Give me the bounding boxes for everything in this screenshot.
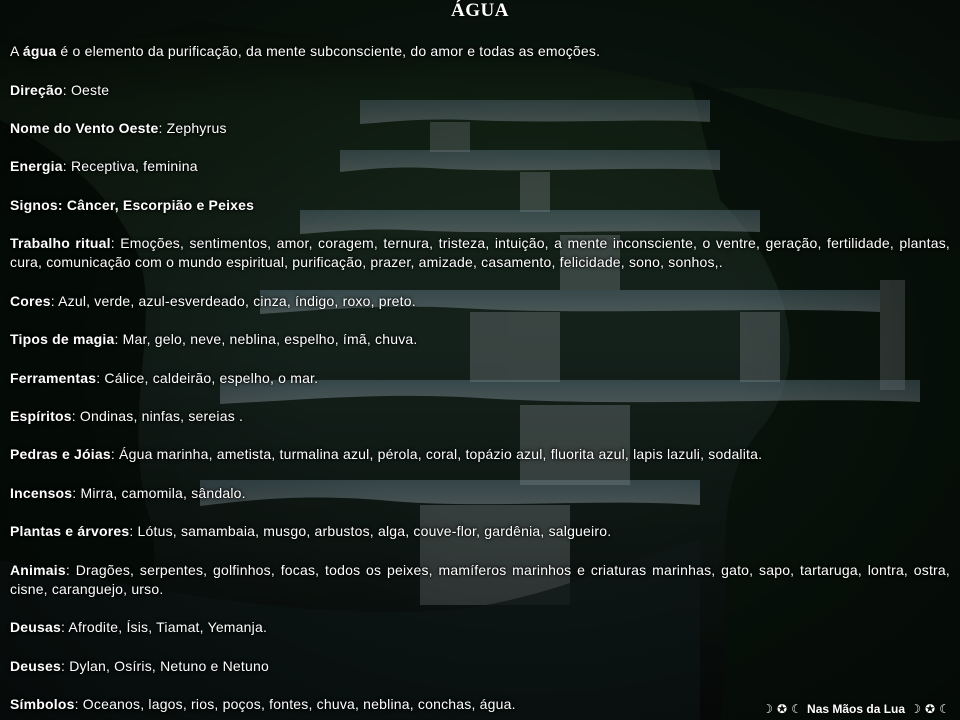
list-item-energia: Energia: Receptiva, feminina (10, 157, 950, 176)
list-item-vento: Nome do Vento Oeste: Zephyrus (10, 119, 950, 138)
footer-text: Nas Mãos da Lua (807, 702, 906, 716)
item-value: : Oceanos, lagos, rios, poços, fontes, c… (74, 696, 516, 712)
item-value: : Lótus, samambaia, musgo, arbustos, alg… (129, 523, 612, 539)
list-item-direcao: Direção: Oeste (10, 81, 950, 100)
item-value: : Ondinas, ninfas, sereias . (71, 408, 244, 424)
item-label: Plantas e árvores (10, 523, 130, 539)
item-label: Pedras e Jóias (10, 446, 111, 462)
item-label: Ferramentas (10, 370, 97, 386)
intro-text: é o elemento da purificação, da mente su… (56, 43, 601, 59)
item-value: : Dragões, serpentes, golfinhos, focas, … (10, 562, 950, 597)
item-label: Energia (10, 158, 63, 174)
list-item-ferramentas: Ferramentas: Cálice, caldeirão, espelho,… (10, 369, 950, 388)
item-value: : Oeste (62, 82, 110, 98)
footer-signature: ☽ ✪ ☾ Nas Mãos da Lua ☽ ✪ ☾ (762, 701, 950, 717)
item-label: Incensos (10, 485, 73, 501)
list-item-tipos-de-magia: Tipos de magia: Mar, gelo, neve, neblina… (10, 330, 950, 349)
item-label: Espíritos (10, 408, 72, 424)
intro-prefix: A (10, 43, 23, 59)
item-value: : Azul, verde, azul-esverdeado, cinza, í… (50, 293, 416, 309)
list-item-pedras-e-joias: Pedras e Jóias: Água marinha, ametista, … (10, 445, 950, 464)
item-label: Tipos de magia (10, 331, 115, 347)
item-label: Trabalho ritual (10, 235, 111, 251)
list-item-trabalho-ritual: Trabalho ritual: Emoções, sentimentos, a… (10, 234, 950, 272)
item-value: : Emoções, sentimentos, amor, coragem, t… (10, 235, 950, 270)
item-value: : Zephyrus (158, 120, 227, 136)
list-item-deuses: Deuses: Dylan, Osíris, Netuno e Netuno (10, 657, 950, 676)
item-value: : Mar, gelo, neve, neblina, espelho, ímã… (114, 331, 418, 347)
list-item-incensos: Incensos: Mirra, camomila, sândalo. (10, 484, 950, 503)
item-label: Nome do Vento Oeste (10, 120, 159, 136)
item-value: : Dylan, Osíris, Netuno e Netuno (61, 658, 269, 674)
item-value: : Receptiva, feminina (62, 158, 198, 174)
list-item-signos: Signos: Câncer, Escorpião e Peixes (10, 196, 950, 215)
list-item-animais: Animais: Dragões, serpentes, golfinhos, … (10, 561, 950, 599)
moon-star-icon: ☽ ✪ ☾ (910, 702, 950, 716)
page-title: ÁGUA (451, 0, 509, 21)
item-label: Direção (10, 82, 63, 98)
item-value: : Mirra, camomila, sândalo. (72, 485, 246, 501)
item-label: Signos (10, 197, 58, 213)
intro-bold: água (22, 43, 57, 59)
slide-content: ÁGUA A água é o elemento da purificação,… (0, 0, 960, 720)
item-label: Deusas (10, 619, 62, 635)
intro-paragraph: A água é o elemento da purificação, da m… (10, 42, 950, 61)
list-item-cores: Cores: Azul, verde, azul-esverdeado, cin… (10, 292, 950, 311)
list-item-plantas-e-arvores: Plantas e árvores: Lótus, samambaia, mus… (10, 522, 950, 541)
list-item-deusas: Deusas: Afrodite, Ísis, Tiamat, Yemanja. (10, 618, 950, 637)
item-value: : Cálice, caldeirão, espelho, o mar. (96, 370, 319, 386)
item-label: Deuses (10, 658, 62, 674)
item-label: Cores (10, 293, 51, 309)
item-label: Símbolos (10, 696, 75, 712)
moon-star-icon: ☽ ✪ ☾ (762, 702, 803, 716)
item-value: : Afrodite, Ísis, Tiamat, Yemanja. (61, 619, 268, 635)
item-value: : Câncer, Escorpião e Peixes (57, 197, 255, 213)
item-label: Animais (10, 562, 66, 578)
item-value: : Água marinha, ametista, turmalina azul… (110, 446, 763, 462)
list-item-espiritos: Espíritos: Ondinas, ninfas, sereias . (10, 407, 950, 426)
